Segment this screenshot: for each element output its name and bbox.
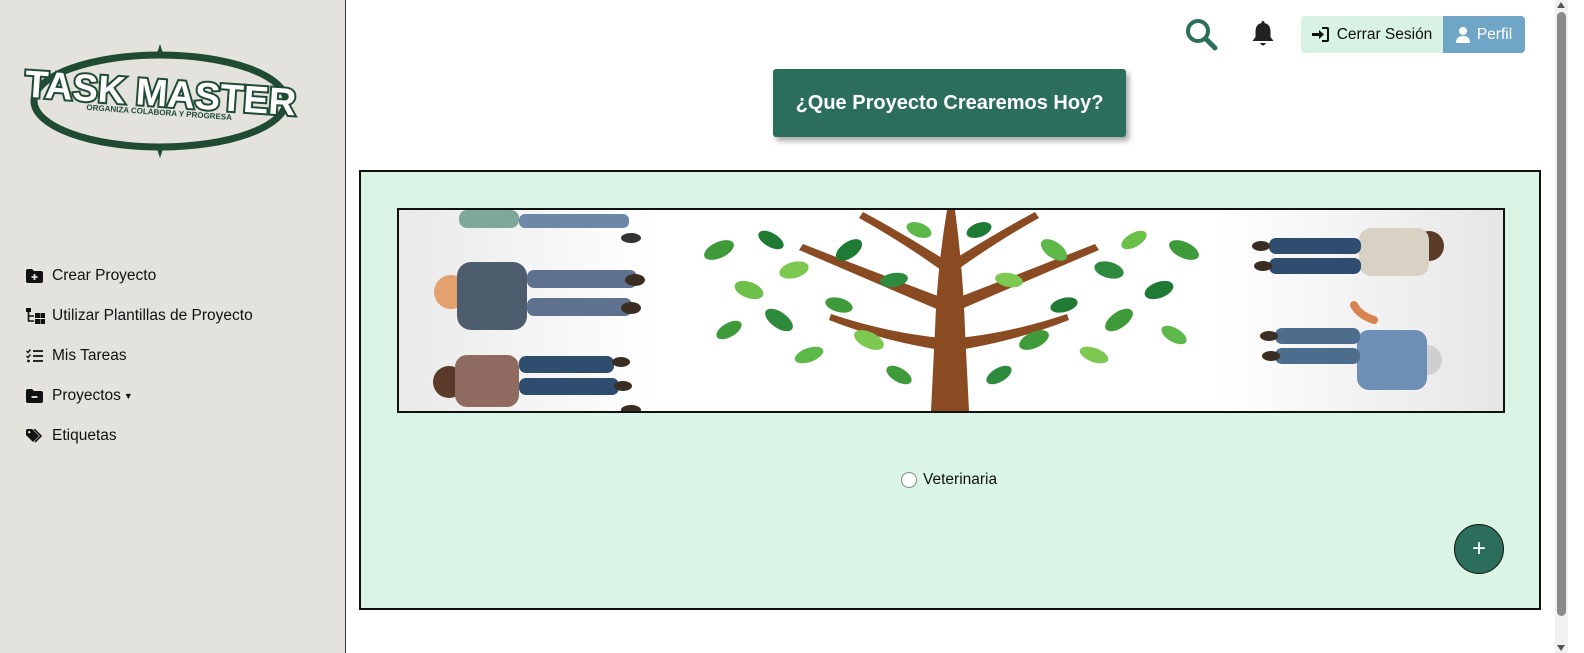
user-icon (1455, 26, 1470, 43)
sidebar: TASK MASTER ORGANIZA COLABORA Y PROGRESA… (0, 0, 346, 653)
project-radio[interactable] (901, 472, 917, 488)
bell-icon (1252, 20, 1274, 45)
page-headline: ¿Que Proyecto Crearemos Hoy? (773, 69, 1126, 137)
profile-button[interactable]: Perfil (1443, 16, 1525, 53)
sidebar-item-proyectos[interactable]: Proyectos ▼ (26, 376, 253, 416)
task-master-logo[interactable]: TASK MASTER ORGANIZA COLABORA Y PROGRESA (22, 42, 298, 160)
template-tree-icon (26, 308, 52, 324)
project-label: Veterinaria (923, 471, 998, 488)
sidebar-item-mis-tareas[interactable]: Mis Tareas (26, 336, 253, 376)
tags-icon (26, 428, 52, 444)
sidebar-item-label: Etiquetas (52, 427, 117, 444)
banner-image (397, 208, 1505, 413)
sidebar-nav: Crear Proyecto Utilizar Plantillas de Pr… (26, 256, 253, 456)
projects-panel: Veterinaria + (359, 170, 1541, 610)
folder-minus-icon (26, 389, 52, 403)
scroll-up-arrow-icon[interactable] (1557, 2, 1565, 8)
profile-label: Perfil (1476, 25, 1513, 43)
search-button[interactable] (1183, 16, 1219, 52)
sidebar-item-label: Mis Tareas (52, 347, 127, 364)
notifications-button[interactable] (1248, 18, 1278, 50)
scrollbar-thumb[interactable] (1557, 12, 1566, 616)
sidebar-item-label: Crear Proyecto (52, 267, 157, 284)
sidebar-item-label: Proyectos (52, 387, 121, 404)
chevron-down-icon: ▼ (123, 391, 133, 401)
search-icon (1185, 18, 1217, 50)
task-list-icon (26, 349, 52, 363)
add-project-button[interactable]: + (1454, 524, 1504, 574)
scroll-down-arrow-icon[interactable] (1557, 645, 1565, 651)
sidebar-item-plantillas[interactable]: Utilizar Plantillas de Proyecto (26, 296, 253, 336)
project-option-veterinaria[interactable]: Veterinaria (901, 471, 997, 489)
sidebar-item-etiquetas[interactable]: Etiquetas (26, 416, 253, 456)
vertical-scrollbar[interactable] (1555, 0, 1568, 653)
logout-label: Cerrar Sesión (1336, 25, 1433, 43)
logout-button[interactable]: Cerrar Sesión (1301, 16, 1443, 53)
sidebar-item-label: Utilizar Plantillas de Proyecto (52, 307, 253, 324)
folder-plus-icon (26, 269, 52, 283)
sidebar-item-crear-proyecto[interactable]: Crear Proyecto (26, 256, 253, 296)
sign-in-icon (1311, 27, 1329, 42)
